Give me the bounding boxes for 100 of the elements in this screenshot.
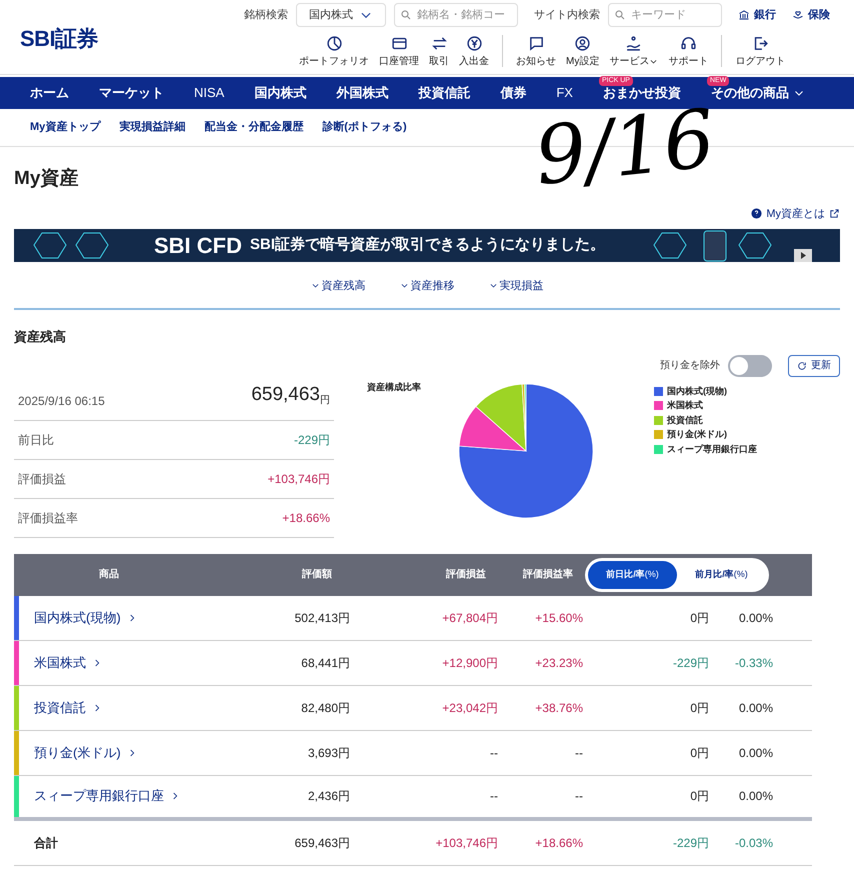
legend-label: 投資信託 — [667, 414, 703, 427]
table-cell-text: +67,804円 — [442, 610, 498, 626]
table-cell-text: 0円 — [690, 700, 709, 716]
total-label: 合計 — [34, 834, 59, 852]
table-cell-text: +15.60% — [535, 610, 583, 626]
banner-title: SBI CFD — [154, 232, 242, 260]
table-cell-text: +103,746円 — [436, 834, 498, 852]
legend-swatch — [654, 430, 663, 440]
search-field[interactable]: 銘柄名・銘柄コー — [394, 3, 518, 27]
refresh-icon — [797, 360, 807, 370]
toggle-label: 預り金を除外 — [660, 359, 720, 373]
table-cell-text: +18.66% — [535, 834, 583, 852]
nav-link[interactable]: 国内株式 — [254, 83, 306, 103]
legend-label: スィープ専用銀行口座 — [667, 442, 757, 456]
chevron-down-icon — [400, 281, 408, 290]
table-cell-text: -0.33% — [734, 654, 773, 672]
unit: 円 — [320, 394, 330, 408]
search-icon — [614, 9, 626, 21]
swap-arrows-icon — [430, 35, 448, 52]
anchor-link[interactable]: 実現損益 — [488, 278, 544, 308]
table-cell-text: 3,693円 — [308, 744, 350, 762]
nav-link[interactable]: マーケット — [99, 83, 164, 103]
subnav-link[interactable]: My資産トップ — [30, 119, 100, 136]
speech-bubble-icon — [528, 35, 544, 52]
table-cell-text: 0.00% — [738, 700, 773, 716]
toolbar-button[interactable]: ポートフォリオ — [294, 35, 374, 69]
table-cell-text: +38.76% — [535, 700, 583, 716]
nav-link[interactable]: NISA — [194, 83, 224, 103]
product-link[interactable]: 米国株式 — [34, 652, 204, 672]
summary-value: +103,746円 — [268, 470, 330, 488]
table-cell-text: -- — [575, 788, 583, 805]
help-link[interactable]: My資産とは — [766, 206, 825, 222]
table-cell-text: 0.00% — [738, 744, 773, 762]
table-cell-text: +12,900円 — [442, 654, 498, 672]
help-icon — [751, 208, 762, 220]
toolbar-button[interactable]: 取引 — [424, 35, 454, 69]
chevron-down-icon — [310, 281, 320, 290]
toggle-switch[interactable] — [728, 354, 772, 376]
banner-text: SBI証券で暗号資産が取引できるようになりました。 — [250, 235, 606, 256]
toolbar-button[interactable]: サービス — [604, 35, 664, 69]
product-link[interactable]: 国内株式(現物) — [34, 608, 204, 628]
chart-title: 資産構成比率 — [367, 380, 421, 394]
product-link[interactable]: 投資信託 — [34, 698, 204, 718]
bank-icon — [738, 9, 750, 21]
toolbar-button[interactable]: 入出金 — [454, 35, 494, 69]
header-link[interactable]: 銀行 — [738, 6, 776, 24]
table-cell-text: -0.03% — [734, 834, 773, 852]
pie-chart-icon — [326, 35, 342, 52]
page-title: My資産 — [14, 166, 80, 191]
product-link[interactable]: 預り金(米ドル) — [34, 742, 204, 762]
market-select[interactable]: 国内株式 — [296, 3, 386, 27]
product-link[interactable]: スィープ専用銀行口座 — [34, 786, 204, 806]
nav-link[interactable]: 投資信託 — [418, 83, 470, 103]
summary-label: 評価損益率 — [18, 510, 78, 526]
nav-link[interactable]: 外国株式 — [336, 83, 388, 103]
table-cell-text: 0円 — [690, 788, 709, 805]
nav-link[interactable]: 債券 — [500, 83, 526, 103]
table-cell-text: +23.23% — [535, 654, 583, 672]
column-header: 評価損益 — [446, 568, 486, 582]
table-cell-text: 659,463円 — [294, 834, 350, 852]
search-field[interactable]: キーワード — [608, 3, 722, 27]
toolbar-button[interactable]: ログアウト — [730, 35, 790, 69]
table-cell-text: 82,480円 — [301, 700, 350, 716]
summary-label: 評価損益 — [18, 470, 66, 488]
timestamp: 2025/9/16 06:15 — [18, 392, 105, 410]
external-link-icon — [829, 208, 840, 220]
subnav-link[interactable]: 診断(ポトフォる) — [322, 119, 407, 136]
subnav-link[interactable]: 配当金・分配金履歴 — [204, 119, 304, 136]
ad-banner[interactable]: SBI CFD SBI証券で暗号資産が取引できるようになりました。 — [14, 229, 840, 262]
refresh-button[interactable]: 更新 — [788, 354, 840, 376]
column-header: 評価損益率 — [523, 567, 573, 582]
header-link[interactable]: 保険 — [792, 6, 830, 24]
table-cell-text: 0円 — [690, 610, 709, 626]
legend-label: 米国株式 — [667, 399, 703, 412]
search-label: 銘柄検索 — [244, 8, 288, 23]
summary-value: -229円 — [294, 432, 330, 448]
headset-icon — [680, 35, 697, 52]
table-cell-text: 2,436円 — [308, 788, 350, 805]
nav-link[interactable]: ホーム — [30, 83, 69, 103]
toolbar-button[interactable]: お知らせ — [511, 35, 561, 69]
column-header: 商品 — [99, 567, 119, 582]
toolbar-button[interactable]: My設定 — [561, 35, 604, 69]
legend-swatch — [654, 444, 663, 454]
play-button[interactable] — [794, 249, 812, 262]
anchor-link[interactable]: 資産残高 — [310, 278, 366, 308]
summary-label: 前日比 — [18, 432, 54, 448]
table-cell-text: -229円 — [672, 654, 709, 672]
chevron-down-icon — [488, 281, 498, 290]
toggle-tab[interactable]: 前日比/率(%) — [588, 560, 677, 588]
toolbar-button[interactable]: サポート — [663, 35, 714, 69]
column-header: 評価額 — [300, 568, 332, 582]
toolbar-button[interactable]: 口座管理 — [374, 35, 424, 69]
legend-label: 預り金(米ドル) — [667, 428, 727, 441]
subnav-link[interactable]: 実現損益詳細 — [119, 119, 186, 136]
legend-swatch — [654, 386, 663, 396]
heart-hands-icon — [792, 9, 804, 21]
legend-swatch — [654, 401, 663, 410]
table-cell-text: +23,042円 — [442, 700, 498, 716]
search-label: サイト内検索 — [534, 8, 600, 23]
anchor-link[interactable]: 資産推移 — [400, 278, 454, 308]
